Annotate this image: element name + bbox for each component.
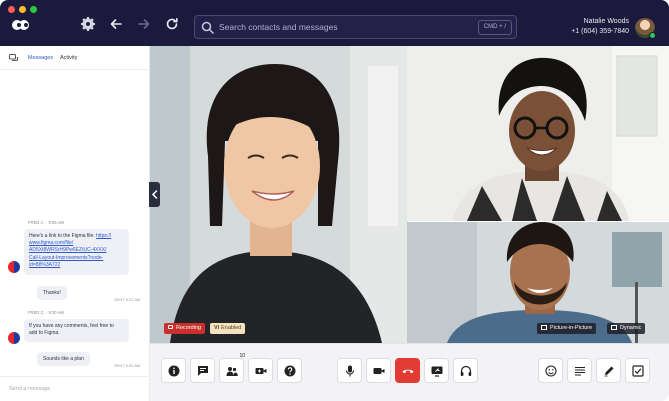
search-bar[interactable]: Search contacts and messages CMD + / xyxy=(194,15,517,39)
message-line: If you have any comments, feel free to xyxy=(29,323,114,329)
participants-count: 10 xyxy=(239,353,245,359)
message-bubble: Here's a link to the Figma file: https:/… xyxy=(24,229,129,275)
user-name: Natalie Woods xyxy=(583,18,629,25)
emoji-button[interactable] xyxy=(538,358,563,383)
sent-timestamp: SENT 9:33 AM xyxy=(114,363,141,368)
search-shortcut: CMD + / xyxy=(477,20,512,35)
pencil-icon xyxy=(604,366,614,377)
figma-link-line[interactable]: id=88%3A722 xyxy=(29,262,124,269)
figma-link-line[interactable]: www.figma.com/file/ xyxy=(29,240,124,247)
sender-avatar xyxy=(8,261,20,273)
pip-icon xyxy=(541,325,547,330)
message-meta: FRED C. · 9:30 AM xyxy=(28,310,64,315)
tab-activity[interactable]: Activity xyxy=(60,55,77,61)
sent-message-bubble: Sounds like a plan xyxy=(37,352,90,366)
edit-button[interactable] xyxy=(596,358,621,383)
notes-button[interactable] xyxy=(567,358,592,383)
emoji-icon xyxy=(545,365,557,377)
microphone-button[interactable] xyxy=(337,358,362,383)
phone-hang-up-icon xyxy=(402,369,414,374)
chat-sidebar: Messages Activity FRED C. · 9:05 AM Here… xyxy=(0,46,150,401)
headphones-button[interactable] xyxy=(453,358,478,383)
collapse-sidebar-button[interactable] xyxy=(149,182,160,207)
chevron-left-icon xyxy=(151,190,158,199)
minimize-window-button[interactable] xyxy=(19,6,26,13)
camera-icon xyxy=(373,368,385,374)
sent-timestamp: SENT 9:23 AM xyxy=(114,297,141,302)
user-phone: +1 (604) 359-7840 xyxy=(571,28,629,35)
gear-icon[interactable] xyxy=(81,17,95,31)
help-icon xyxy=(284,365,296,377)
message-line: add to Figma. xyxy=(29,330,60,337)
headphones-icon xyxy=(460,365,472,376)
online-status-indicator xyxy=(649,32,656,39)
notes-icon xyxy=(575,366,585,376)
forward-arrow-icon[interactable] xyxy=(137,17,151,31)
compose-placeholder: Send a message xyxy=(9,386,51,392)
chat-button[interactable] xyxy=(190,358,215,383)
chat-icon xyxy=(198,366,208,376)
message-bubble: If you have any comments, feel free to a… xyxy=(24,319,129,342)
info-button[interactable] xyxy=(161,358,186,383)
main-participant-image xyxy=(150,46,408,343)
figma-link-line[interactable]: AD5Xt8WRSrH9Pw6EZtUC-4XXX/ xyxy=(29,247,124,254)
picture-in-picture-button[interactable]: Picture-in-Picture xyxy=(537,323,597,334)
recording-icon xyxy=(168,325,173,329)
main-video-tile[interactable] xyxy=(150,46,408,343)
title-bar: Search contacts and messages CMD + / Nat… xyxy=(0,0,669,46)
tab-messages[interactable]: Messages xyxy=(28,55,53,61)
participant-image xyxy=(407,46,669,221)
add-video-icon xyxy=(255,368,267,374)
help-button[interactable] xyxy=(277,358,302,383)
zoom-window-button[interactable] xyxy=(30,6,37,13)
participant-video-tile[interactable] xyxy=(407,46,669,221)
app-logo-icon xyxy=(12,20,29,30)
figma-link-line[interactable]: Call-Layout-Improvements?node- xyxy=(29,255,124,262)
screen-share-icon xyxy=(431,366,443,377)
chat-bubbles-icon[interactable] xyxy=(9,54,18,62)
dynamic-layout-button[interactable]: Dynamic xyxy=(607,323,646,334)
search-icon xyxy=(201,21,214,34)
microphone-icon xyxy=(345,365,355,377)
refresh-icon[interactable] xyxy=(165,17,179,31)
sidebar-tabs: Messages Activity xyxy=(0,46,150,70)
people-icon xyxy=(226,367,238,376)
back-arrow-icon[interactable] xyxy=(109,17,123,31)
grid-icon xyxy=(611,325,617,330)
message-compose[interactable]: Send a message xyxy=(0,376,150,401)
camera-button[interactable] xyxy=(366,358,391,383)
call-toolbar: 10 xyxy=(150,343,669,401)
figma-link[interactable]: https:// xyxy=(96,233,111,239)
add-video-button[interactable] xyxy=(248,358,273,383)
app-window: Search contacts and messages CMD + / Nat… xyxy=(0,0,669,401)
search-placeholder: Search contacts and messages xyxy=(219,22,338,32)
recording-badge[interactable]: Recording xyxy=(164,323,206,334)
checkbox-icon xyxy=(632,365,644,377)
message-meta: FRED C. · 9:05 AM xyxy=(28,220,64,225)
sender-avatar xyxy=(8,332,20,344)
sent-message-bubble: Thanks! xyxy=(37,286,67,300)
hang-up-button[interactable] xyxy=(395,358,420,383)
screen-share-button[interactable] xyxy=(424,358,449,383)
participants-button[interactable]: 10 xyxy=(219,353,245,383)
tasks-button[interactable] xyxy=(625,358,650,383)
vi-enabled-badge[interactable]: Vi Enabled xyxy=(210,323,246,334)
info-icon xyxy=(168,365,180,377)
avatar[interactable] xyxy=(635,18,656,39)
close-window-button[interactable] xyxy=(8,6,15,13)
